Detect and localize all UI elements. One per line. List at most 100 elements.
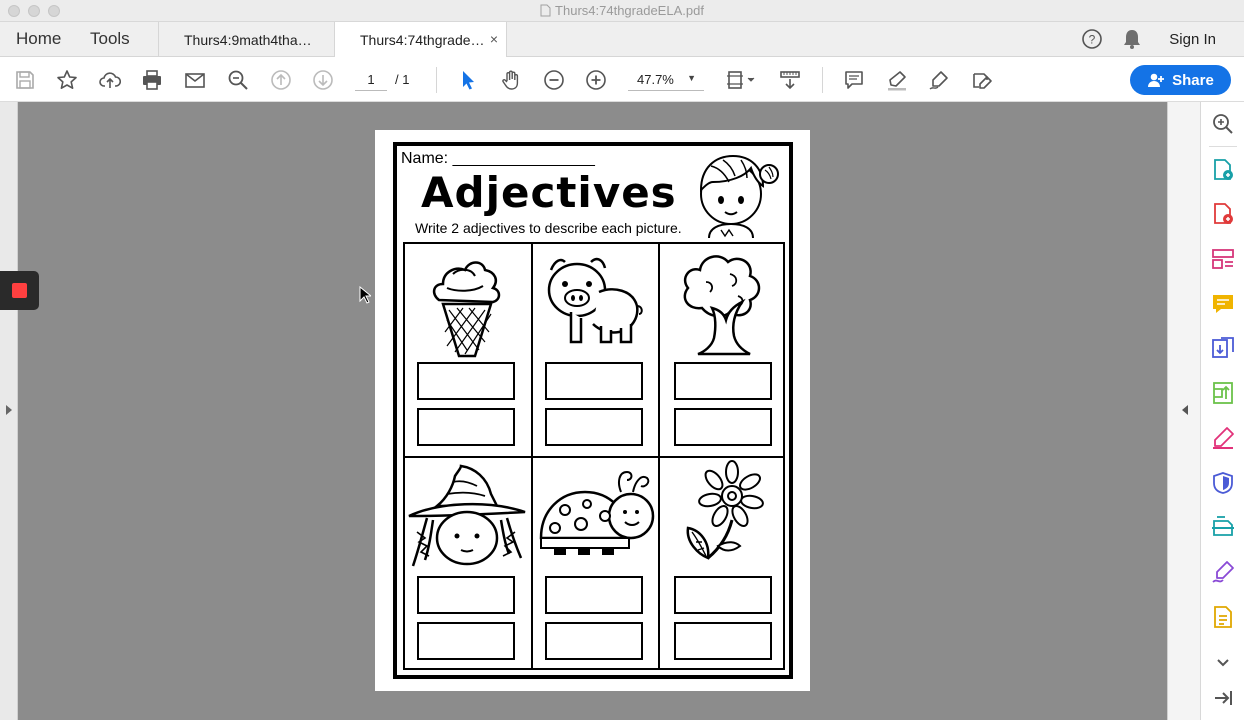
girl-illustration [699,154,779,239]
cell-ice-cream [405,244,533,458]
page-up-icon[interactable] [268,67,294,93]
answer-box[interactable] [545,408,643,446]
collapse-right-panel-icon[interactable] [1181,404,1189,416]
organize-icon[interactable] [1211,247,1235,271]
cell-ladybug [533,458,660,668]
compress-icon[interactable] [1211,381,1235,405]
answer-box[interactable] [545,576,643,614]
comment-tool-icon[interactable] [1211,292,1235,316]
tab-label: Thurs4:74thgrade… [360,32,485,48]
fit-page-icon[interactable] [722,67,758,93]
answer-box[interactable] [674,408,772,446]
select-arrow-icon[interactable] [455,67,481,93]
answer-box[interactable] [674,622,772,660]
answer-box[interactable] [545,622,643,660]
worksheet-instruction: Write 2 adjectives to describe each pict… [415,220,682,236]
cell-tree [660,244,785,458]
svg-text:?: ? [1089,33,1096,47]
edit-icon[interactable] [1211,426,1235,450]
answer-box[interactable] [674,362,772,400]
toolbar-divider [822,67,823,93]
right-panel-gutter [1167,102,1201,720]
home-link[interactable]: Home [16,29,61,49]
expand-down-icon[interactable] [1211,650,1235,674]
tab-label: Thurs4:9math4tha… [184,32,312,48]
answer-box[interactable] [417,408,515,446]
tools-link[interactable]: Tools [90,29,130,49]
ice-cream-icon [432,261,501,358]
protect-icon[interactable] [1211,471,1235,495]
pdf-page[interactable]: Name: ________________ Adjectives Write … [375,130,810,691]
tools-panel [1201,102,1244,720]
zoom-panel-icon[interactable] [1211,112,1235,136]
page-down-icon[interactable] [310,67,336,93]
cell-witch [405,458,533,668]
scan-icon[interactable] [1211,515,1235,539]
cell-flower [660,458,785,668]
answer-box[interactable] [417,362,515,400]
star-icon[interactable] [54,67,80,93]
answer-box[interactable] [674,576,772,614]
collapse-panel-icon[interactable] [1211,686,1235,710]
hand-icon[interactable] [498,67,524,93]
share-label: Share [1172,71,1214,89]
tab-divider [506,22,507,57]
worksheet-title: Adjectives [421,168,677,217]
ladybug-icon [539,470,655,555]
pdf-file-icon [540,4,551,17]
share-button[interactable]: Share [1130,65,1231,95]
more-tools-icon[interactable] [1211,605,1235,629]
page-number-input[interactable]: 1 [355,69,387,91]
zoom-level-select[interactable]: 47.7% ▼ [628,69,704,91]
scroll-mode-icon[interactable] [777,67,803,93]
cell-pig [533,244,660,458]
mouse-cursor [359,286,371,304]
picture-grid [403,242,785,670]
create-pdf-icon[interactable] [1211,158,1235,182]
tab-ela-doc[interactable]: Thurs4:74thgrade… × [334,22,506,58]
close-tab-icon[interactable]: × [490,31,498,47]
combine-icon[interactable] [1211,202,1235,226]
acrobat-window: Thurs4:74thgradeELA.pdf Home Tools Thurs… [0,0,1244,720]
zoom-out-icon[interactable] [541,67,567,93]
title-bar: Thurs4:74thgradeELA.pdf [0,0,1244,22]
help-icon[interactable]: ? [1081,28,1103,50]
sign-in-button[interactable]: Sign In [1169,31,1216,48]
mail-icon[interactable] [182,67,208,93]
highlight-icon[interactable] [884,67,910,93]
answer-box[interactable] [545,362,643,400]
chevron-down-icon: ▼ [687,73,696,83]
export-icon[interactable] [1211,336,1235,360]
name-line: Name: ________________ [401,150,595,167]
page-total: / 1 [395,72,410,87]
toolbar: 1 / 1 47.7% ▼ Share [0,57,1244,102]
save-icon[interactable] [12,67,38,93]
witch-icon [408,464,526,567]
answer-box[interactable] [417,576,515,614]
add-person-icon [1148,73,1165,87]
pig-icon [547,257,643,344]
window-title-text: Thurs4:74thgradeELA.pdf [555,3,704,18]
toolbar-divider [436,67,437,93]
answer-box[interactable] [417,622,515,660]
tree-icon [683,255,761,356]
left-panel-strip [0,102,18,720]
print-icon[interactable] [139,67,165,93]
fill-sign-icon[interactable] [969,67,995,93]
record-stop-button[interactable] [0,271,39,310]
panel-divider [1209,146,1237,147]
zoom-in-icon[interactable] [583,67,609,93]
bell-icon[interactable] [1122,28,1142,50]
upload-icon[interactable] [97,67,123,93]
stop-icon [12,283,27,298]
sign-icon[interactable] [926,67,952,93]
zoom-search-icon[interactable] [225,67,251,93]
tab-bar: Home Tools Thurs4:9math4tha… Thurs4:74th… [0,22,1244,58]
zoom-level-value: 47.7% [637,72,674,87]
tab-math-doc[interactable]: Thurs4:9math4tha… [158,22,334,57]
flower-icon [686,460,764,560]
expand-left-panel-icon[interactable] [5,404,13,416]
window-title: Thurs4:74thgradeELA.pdf [0,3,1244,18]
comment-icon[interactable] [841,67,867,93]
fill-sign-tool-icon[interactable] [1211,560,1235,584]
